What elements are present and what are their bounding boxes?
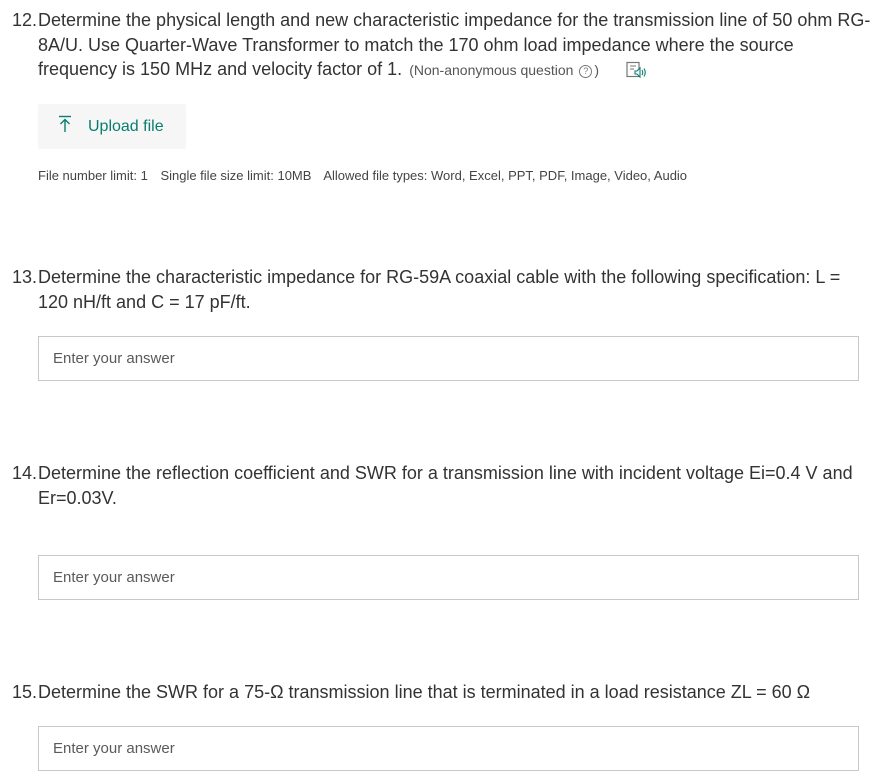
file-number-limit: File number limit: 1	[38, 168, 148, 183]
allowed-file-types: Allowed file types: Word, Excel, PPT, PD…	[323, 168, 688, 183]
answer-input-q14[interactable]	[38, 555, 859, 600]
question-circle-icon[interactable]: ?	[579, 65, 593, 78]
question-text: Determine the characteristic impedance f…	[38, 267, 841, 312]
note-suffix: )	[594, 62, 599, 78]
question-title: 15. Determine the SWR for a 75-Ω transmi…	[12, 680, 872, 705]
question-text-container: Determine the reflection coefficient and…	[38, 461, 872, 510]
answer-input-q15[interactable]	[38, 726, 859, 771]
upload-file-label: Upload file	[88, 117, 164, 135]
question-14: 14. Determine the reflection coefficient…	[12, 461, 872, 510]
question-text-line1: Determine the reflection coefficient and…	[38, 463, 853, 483]
note-prefix: (Non-anonymous question	[409, 62, 574, 78]
file-limits-info: File number limit: 1 Single file size li…	[38, 168, 696, 183]
answer-input-q13[interactable]	[38, 336, 859, 381]
question-text-container: Determine the physical length and new ch…	[38, 8, 872, 86]
immersive-reader-icon[interactable]	[626, 61, 648, 86]
non-anonymous-note: (Non-anonymous question ?)	[409, 62, 599, 78]
question-number: 13.	[12, 267, 38, 287]
question-13: 13. Determine the characteristic impedan…	[12, 265, 872, 314]
upload-file-button[interactable]: Upload file	[38, 104, 186, 149]
question-text: Determine the SWR for a 75-Ω transmissio…	[38, 682, 811, 702]
file-size-limit: Single file size limit: 10MB	[160, 168, 312, 183]
upload-arrow-icon	[58, 115, 74, 138]
question-title: 12. Determine the physical length and ne…	[12, 8, 872, 86]
question-number: 12.	[12, 10, 38, 30]
question-text-line2: Er=0.03V.	[38, 487, 117, 508]
question-number: 14.	[12, 463, 38, 483]
question-title: 14. Determine the reflection coefficient…	[12, 461, 872, 510]
question-15: 15. Determine the SWR for a 75-Ω transmi…	[12, 680, 872, 705]
question-title: 13. Determine the characteristic impedan…	[12, 265, 872, 314]
question-12: 12. Determine the physical length and ne…	[12, 8, 872, 86]
question-number: 15.	[12, 682, 38, 702]
